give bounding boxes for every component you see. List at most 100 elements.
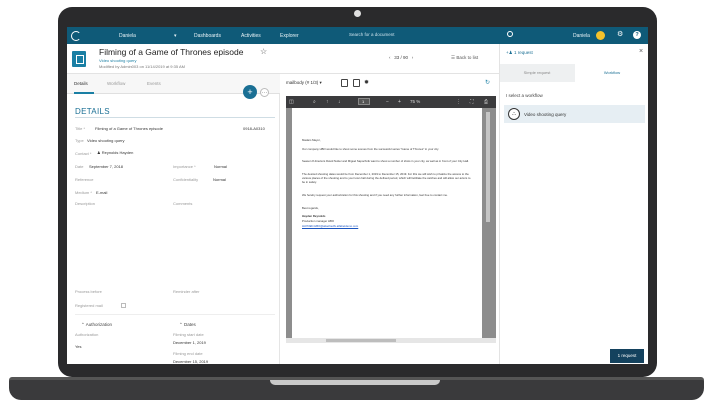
divider (75, 117, 275, 118)
user-menu[interactable]: Daniela (119, 33, 136, 39)
contact-label: Contact * (75, 151, 92, 156)
reference-code: 0918-A0310 (243, 126, 265, 131)
viewer-toolbar: ◫ ⌕ ↑ ↓ 1 − + 75 % ⋮ ⛶ ⎙ (286, 96, 496, 108)
page-area[interactable]: Madam Mayor, Our company HBO would like … (286, 108, 496, 338)
filming-end-value[interactable]: December 15, 2019 (173, 359, 208, 364)
letter-paragraph: Season 8 directors David Nutter and Migu… (302, 159, 469, 163)
star-icon[interactable]: ☆ (260, 47, 267, 56)
gear-icon[interactable]: ⚙ (617, 31, 623, 39)
workflow-list-item[interactable]: ⛬ Video shooting query (504, 105, 645, 123)
reference-label: Reference (75, 177, 94, 182)
medium-value[interactable]: E-mail (96, 190, 107, 195)
chevron-up-icon: ⌃ (81, 322, 85, 327)
dates-section[interactable]: ⌃ Dates (179, 322, 196, 328)
zoom-level[interactable]: 75 % (410, 99, 420, 104)
document-viewer: mailbody (# 1/3) ▾ ✹ ↻ ◫ ⌕ ↑ ↓ 1 − + 75 … (280, 74, 499, 364)
tab-details[interactable]: Details (74, 81, 88, 86)
more-icon[interactable]: ⋮ (456, 99, 461, 105)
avatar[interactable] (596, 31, 605, 40)
workflow-prompt: I select a workflow (506, 93, 543, 98)
refresh-icon[interactable]: ↻ (485, 79, 490, 86)
workflow-icon: ⛬ (508, 108, 520, 120)
title-value[interactable]: Filming of a Game of Thrones episode (95, 126, 163, 131)
request-panel: +♟ 1 request × Simple request Workflow I… (499, 44, 648, 364)
scrollbar-thumb[interactable] (326, 339, 396, 342)
tab-simple-request[interactable]: Simple request (500, 70, 574, 75)
document-header: Filming of a Game of Thrones episode ☆ V… (67, 44, 499, 74)
submit-request-button[interactable]: 1 request (610, 349, 644, 363)
letter-email-link[interactable]: HAYDEN.HBO@attachedfx.alfabetdemo.com (302, 224, 358, 228)
registered-mail-checkbox[interactable] (121, 303, 126, 308)
chevron-right-icon[interactable]: › (412, 55, 414, 60)
horizontal-scrollbar[interactable] (286, 338, 496, 343)
tab-workflow[interactable]: Workflow (575, 64, 648, 82)
document-icon[interactable] (341, 79, 348, 87)
nav-activities[interactable]: Activities (241, 33, 261, 39)
filming-start-label: Filming start date (173, 332, 204, 337)
nav-explorer[interactable]: Explorer (280, 33, 299, 39)
arrow-up-icon[interactable]: ↑ (326, 99, 329, 105)
pdf-icon[interactable] (353, 79, 360, 87)
letter-paragraph: Our company HBO would like to shoot some… (302, 147, 439, 151)
letter-role: Production manager HBO (302, 219, 335, 223)
nav-dashboards[interactable]: Dashboards (194, 33, 221, 39)
authorization-section[interactable]: ⌃ Authorization (81, 322, 112, 328)
letter-page: Madam Mayor, Our company HBO would like … (292, 108, 482, 338)
add-button[interactable]: + (243, 85, 257, 99)
page-title: Filming of a Game of Thrones episode (99, 47, 244, 57)
download-icon[interactable]: ⎙ (484, 99, 488, 105)
type-value[interactable]: Video shooting query (87, 138, 125, 143)
pager: ‹ 33 / 90 › (389, 55, 413, 60)
filming-start-value[interactable]: December 1, 2019 (173, 340, 206, 345)
type-label: Type (75, 138, 84, 143)
add-user-icon: +♟ (506, 50, 513, 55)
workflow-item-label: Video shooting query (524, 112, 567, 117)
section-title: DETAILS (75, 107, 110, 116)
letter-paragraph: The desired shooting dates would be from… (302, 172, 471, 184)
details-panel: Details Workflow Events + … DETAILS Titl… (67, 74, 280, 364)
chevron-up-icon: ⌃ (179, 322, 183, 327)
viewer-header: mailbody (# 1/3) ▾ ✹ ↻ (280, 74, 499, 94)
confidentiality-value[interactable]: Normal (213, 177, 226, 182)
back-to-list-button[interactable]: ☰ Back to list (451, 55, 478, 61)
zoom-in-icon[interactable]: + (398, 99, 401, 105)
contact-value[interactable]: ♟ Reynolds Hayden (97, 150, 133, 155)
active-tab-indicator (74, 92, 94, 94)
vertical-scrollbar[interactable] (486, 112, 490, 222)
tab-events[interactable]: Events (147, 81, 161, 86)
letter-greeting: Madam Mayor, (302, 138, 321, 142)
divider (75, 314, 275, 315)
date-value[interactable]: September 7, 2018 (89, 164, 123, 169)
request-count[interactable]: +♟ 1 request (506, 50, 533, 56)
zoom-out-icon[interactable]: − (386, 99, 389, 105)
right-user-name[interactable]: Daniela (573, 33, 590, 39)
medium-label: Medium * (75, 190, 92, 195)
search-icon[interactable]: ⌕ (313, 99, 316, 105)
search-icon[interactable] (507, 31, 513, 37)
chevron-down-icon[interactable]: ▾ (174, 33, 177, 39)
sidebar-toggle-icon[interactable]: ◫ (289, 99, 294, 105)
comments-label: Comments (173, 201, 193, 206)
authorization-value[interactable]: Yes (75, 344, 82, 349)
tab-workflow[interactable]: Workflow (107, 81, 125, 86)
settings-icon[interactable]: ✹ (364, 79, 369, 86)
camera-icon (354, 10, 361, 17)
close-icon[interactable]: × (639, 48, 643, 55)
search-input[interactable]: Search for a document (349, 32, 395, 37)
attachment-select[interactable]: mailbody (# 1/3) ▾ (286, 80, 322, 86)
date-label: Date (75, 164, 84, 169)
document-type-link[interactable]: Video shooting query (99, 58, 137, 63)
letter-paragraph: We hereby request your authorization for… (302, 193, 448, 197)
pager-count: 33 / 90 (394, 55, 409, 60)
authorization-label: Authorization (75, 332, 99, 337)
request-tabs: Simple request Workflow (500, 64, 648, 82)
arrow-down-icon[interactable]: ↓ (338, 99, 341, 105)
help-icon[interactable]: ? (633, 31, 641, 39)
document-type-icon (72, 51, 86, 67)
chevron-left-icon[interactable]: ‹ (389, 55, 391, 60)
importance-value[interactable]: Normal (214, 164, 227, 169)
page-number-input[interactable]: 1 (358, 98, 370, 105)
more-options-button[interactable]: … (260, 88, 269, 97)
app-logo-icon[interactable] (71, 30, 81, 41)
fullscreen-icon[interactable]: ⛶ (470, 99, 474, 105)
